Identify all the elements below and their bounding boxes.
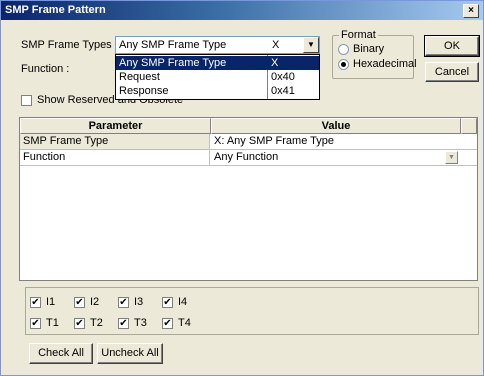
combo-value: Any SMP Frame Type [119, 39, 227, 51]
param-name: Function [23, 151, 66, 163]
option-text: Response [119, 85, 169, 97]
check-icon[interactable]: ✔ [162, 318, 173, 329]
binary-radio[interactable] [338, 44, 349, 55]
hexadecimal-radio[interactable] [338, 59, 349, 70]
check-all-button[interactable]: Check All [29, 343, 93, 364]
frame-types-dropdown-list: Any SMP Frame Type X Request 0x40 Respon… [115, 54, 320, 100]
checkbox-label: I1 [46, 296, 56, 308]
check-icon[interactable]: ✔ [30, 297, 41, 308]
option-code: X [271, 57, 279, 69]
frame-types-label: SMP Frame Types : [21, 39, 118, 51]
option-text: Any SMP Frame Type [119, 57, 227, 69]
channel-checkbox-group: ✔ I1 ✔ I2 ✔ I3 ✔ I4 ✔ T1 ✔ T2 ✔ T3 ✔ T4 [25, 287, 479, 335]
ok-button[interactable]: OK [424, 35, 480, 57]
param-cell: SMP Frame Type [20, 134, 210, 149]
checkbox-label: I4 [178, 296, 188, 308]
param-cell: Function [20, 150, 210, 165]
uncheck-all-button[interactable]: Uncheck All [97, 343, 163, 364]
combo-code: X [272, 39, 280, 51]
hexadecimal-label: Hexadecimal [353, 58, 417, 70]
header-filler [461, 118, 477, 134]
checkbox-label: I3 [134, 296, 144, 308]
smp-frame-pattern-dialog: SMP Frame Pattern × SMP Frame Types : Fu… [0, 0, 484, 376]
chevron-down-icon[interactable]: ▼ [445, 151, 458, 164]
dropdown-option-response[interactable]: Response 0x41 [116, 84, 319, 98]
check-icon[interactable]: ✔ [74, 318, 85, 329]
format-group-title: Format [339, 29, 378, 41]
checkbox-label: T3 [134, 317, 147, 329]
table-row[interactable]: Function Any Function ▼ [20, 150, 477, 166]
value-cell[interactable]: Any Function ▼ [211, 150, 461, 165]
show-reserved-checkbox[interactable] [21, 95, 32, 106]
window-title: SMP Frame Pattern [5, 4, 106, 16]
param-name: SMP Frame Type [23, 135, 109, 147]
checkbox-label: T4 [178, 317, 191, 329]
smp-frame-types-combo[interactable]: Any SMP Frame Type X ▼ [115, 36, 320, 54]
table-row[interactable]: SMP Frame Type X: Any SMP Frame Type [20, 134, 477, 150]
dropdown-option-request[interactable]: Request 0x40 [116, 70, 319, 84]
title-bar: SMP Frame Pattern × [1, 1, 483, 20]
value-column-header[interactable]: Value [211, 118, 461, 134]
option-text: Request [119, 71, 160, 83]
checkbox-label: T1 [46, 317, 59, 329]
function-label: Function : [21, 63, 70, 75]
binary-label: Binary [353, 43, 385, 55]
check-icon[interactable]: ✔ [118, 297, 129, 308]
option-code: 0x41 [271, 85, 295, 97]
format-group: Format Binary Hexadecimal [332, 29, 417, 79]
check-icon[interactable]: ✔ [162, 297, 173, 308]
parameter-grid: Parameter Value SMP Frame Type X: Any SM… [19, 117, 478, 281]
param-value: Any Function [214, 151, 279, 163]
checkbox-label: I2 [90, 296, 100, 308]
chevron-down-icon[interactable]: ▼ [303, 37, 319, 53]
cancel-button[interactable]: Cancel [425, 62, 479, 82]
option-code: 0x40 [271, 71, 295, 83]
check-icon[interactable]: ✔ [118, 318, 129, 329]
param-value: X: Any SMP Frame Type [214, 135, 335, 147]
checkbox-label: T2 [90, 317, 103, 329]
dropdown-option-any[interactable]: Any SMP Frame Type X [116, 56, 319, 70]
check-icon[interactable]: ✔ [74, 297, 85, 308]
close-icon[interactable]: × [463, 4, 479, 18]
check-icon[interactable]: ✔ [30, 318, 41, 329]
parameter-column-header[interactable]: Parameter [20, 118, 211, 134]
